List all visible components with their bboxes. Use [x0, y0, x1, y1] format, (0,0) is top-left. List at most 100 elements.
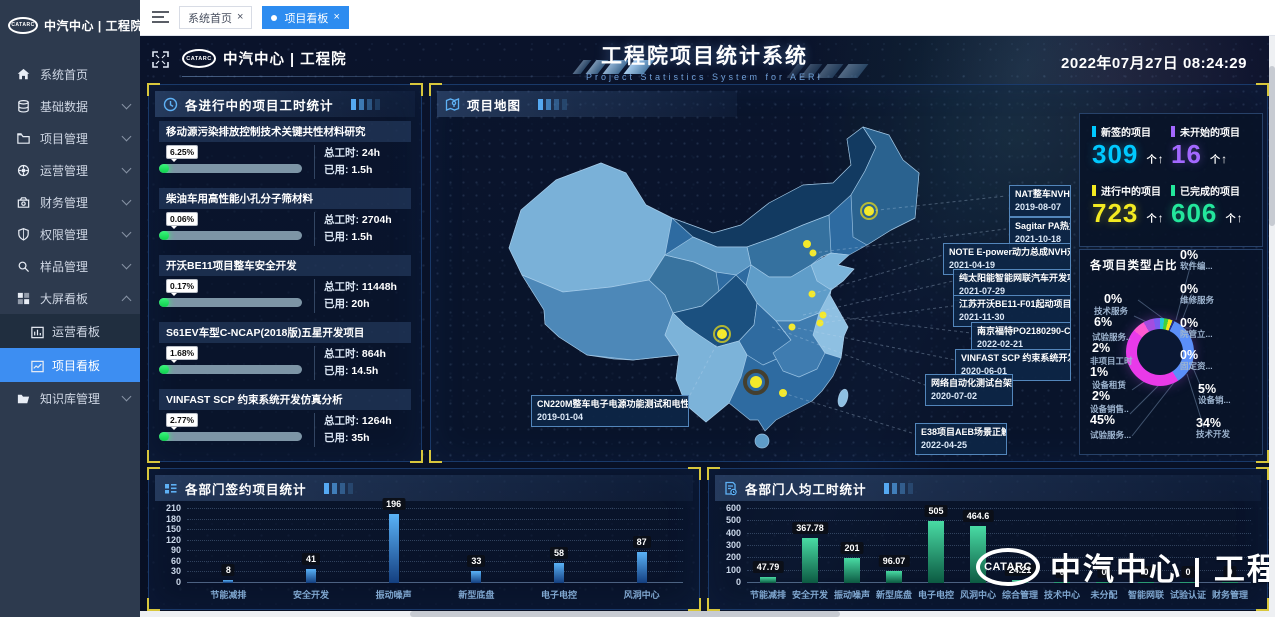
map-marker[interactable] [809, 291, 816, 298]
ops-board-icon [30, 325, 43, 338]
y-axis-tick: 600 [726, 503, 741, 513]
sidebar-item-2[interactable]: 项目管理 [0, 122, 140, 154]
total-hours-label: 总工时: [324, 281, 359, 293]
progress-percent-badge: 0.06% [166, 212, 198, 226]
map-marker[interactable] [810, 250, 817, 257]
donut-label: 试验服务..2% [1092, 332, 1156, 354]
bar[interactable] [306, 569, 316, 583]
vertical-scrollbar[interactable] [1269, 36, 1275, 617]
callout-project-name: E38项目AEB场景正触发测试 [921, 426, 1001, 439]
y-axis-tick: 0 [176, 577, 181, 587]
progress-percent-badge: 1.68% [166, 346, 198, 360]
panel-project-hours-header: 各进行中的项目工时统计 [155, 91, 415, 117]
sidebar-item-label: 项目管理 [40, 130, 88, 147]
hamburger-icon[interactable] [152, 11, 169, 24]
progress-bar[interactable] [159, 365, 302, 374]
callout-project-name: NAT整车NVH开发项目 [1015, 188, 1065, 201]
scrollbar-thumb[interactable] [410, 611, 840, 617]
chevron-down-icon [122, 260, 132, 270]
project-stats-cards: 新签的项目309 个↑未开始的项目16 个↑进行中的项目723 个↑已完成的项目… [1079, 113, 1263, 247]
map-marker[interactable] [717, 329, 727, 339]
donut-label-name: 固定资... [1180, 361, 1244, 372]
sidebar-item-label: 财务管理 [40, 194, 88, 211]
map-marker[interactable] [820, 312, 827, 319]
map-marker[interactable] [817, 320, 824, 327]
main-area: 系统首页 × 项目看板 × CATARC 中汽中心 | 工程院 工程院项目统计系… [140, 0, 1275, 617]
donut-label: 34%技术开发 [1196, 418, 1260, 440]
tab-project-board[interactable]: 项目看板 × [262, 6, 348, 29]
bar-value-label: 96.07 [879, 555, 910, 567]
panel-project-map: 项目地图 [430, 84, 1268, 462]
x-axis [187, 582, 683, 583]
progress-bar[interactable] [159, 231, 302, 240]
map-marker[interactable] [750, 376, 762, 388]
legend-swatch [1092, 185, 1096, 196]
bar[interactable] [760, 577, 776, 583]
catarc-logo-icon: CATARC [976, 548, 1040, 586]
stat-unit: 个 [1147, 155, 1158, 166]
bar[interactable] [928, 521, 944, 583]
progress-bar[interactable] [159, 298, 302, 307]
horizontal-scrollbar[interactable] [140, 611, 1269, 617]
home-icon [16, 67, 31, 82]
close-icon[interactable]: × [333, 12, 339, 23]
dept-projects-bar-chart: 03060901201501802108节能减排41安全开发196振动噪声33新… [187, 509, 683, 583]
y-axis-tick: 180 [166, 514, 181, 524]
stat-label: 已完成的项目 [1180, 183, 1240, 198]
bar-value-label: 505 [924, 505, 947, 517]
progress-percent-badge: 6.25% [166, 145, 198, 159]
sidebar-item-6[interactable]: 样品管理 [0, 250, 140, 282]
sidebar-item-7[interactable]: 大屏看板 [0, 282, 140, 314]
close-icon[interactable]: × [237, 12, 243, 23]
bar[interactable] [471, 571, 481, 583]
panel-project-hours: 各进行中的项目工时统计 移动源污染排放控制技术关键共性材料研究6.25%总工时:… [148, 84, 422, 462]
sidebar-item-3[interactable]: 运营管理 [0, 154, 140, 186]
sidebar-subitem-运营看板[interactable]: 运营看板 [0, 314, 140, 348]
bar[interactable] [637, 552, 647, 583]
bar[interactable] [844, 558, 860, 583]
total-hours-label: 总工时: [324, 214, 359, 226]
map-marker[interactable] [779, 389, 787, 397]
map-marker[interactable] [789, 324, 796, 331]
map-marker[interactable] [803, 240, 811, 248]
x-axis-label: 综合管理 [1002, 588, 1038, 601]
sidebar-item-0[interactable]: 系统首页 [0, 58, 140, 90]
used-hours-label: 已用: [324, 432, 349, 444]
x-axis-label: 振动噪声 [834, 588, 870, 601]
bar[interactable] [223, 580, 233, 583]
header-decor-slashes [792, 64, 863, 78]
donut-label-name: 维修服务 [1180, 295, 1244, 306]
progress-fill [159, 365, 169, 374]
sidebar-item-4[interactable]: 财务管理 [0, 186, 140, 218]
map-marker[interactable] [864, 206, 874, 216]
sidebar-item-label: 大屏看板 [40, 290, 88, 307]
project-icon [16, 131, 31, 146]
x-axis-label: 财务管理 [1212, 588, 1248, 601]
sidebar-logo: CATARC 中汽中心 | 工程院 [0, 0, 140, 50]
sidebar-item-5[interactable]: 权限管理 [0, 218, 140, 250]
progress-bar[interactable] [159, 432, 302, 441]
sidebar-item-8[interactable]: 知识库管理 [0, 382, 140, 414]
sidebar-item-1[interactable]: 基础数据 [0, 90, 140, 122]
progress-fill [159, 164, 169, 173]
bar[interactable] [802, 538, 818, 583]
shield-icon [16, 227, 31, 242]
used-hours-value: 1.5h [351, 231, 372, 243]
progress-bar[interactable] [159, 164, 302, 173]
stat-unit: 个 [1147, 214, 1158, 225]
panel-dept-projects: 各部门签约项目统计 03060901201501802108节能减排41安全开发… [148, 468, 700, 610]
chevron-down-icon [122, 196, 132, 206]
sidebar-item-label: 基础数据 [40, 98, 88, 115]
bar[interactable] [886, 571, 902, 583]
callout-date: 2019-01-04 [537, 411, 683, 424]
bar[interactable] [389, 514, 399, 583]
sidebar-subitem-项目看板[interactable]: 项目看板 [0, 348, 140, 382]
bar[interactable] [554, 563, 564, 583]
x-axis-label: 未分配 [1090, 588, 1117, 601]
scrollbar-thumb[interactable] [1269, 66, 1275, 226]
title-decor-bars [884, 483, 913, 494]
progress-fill [159, 231, 169, 240]
tab-system-home[interactable]: 系统首页 × [179, 6, 252, 29]
used-hours-value: 20h [351, 298, 369, 310]
donut-label-percent: 0% [1180, 250, 1244, 261]
